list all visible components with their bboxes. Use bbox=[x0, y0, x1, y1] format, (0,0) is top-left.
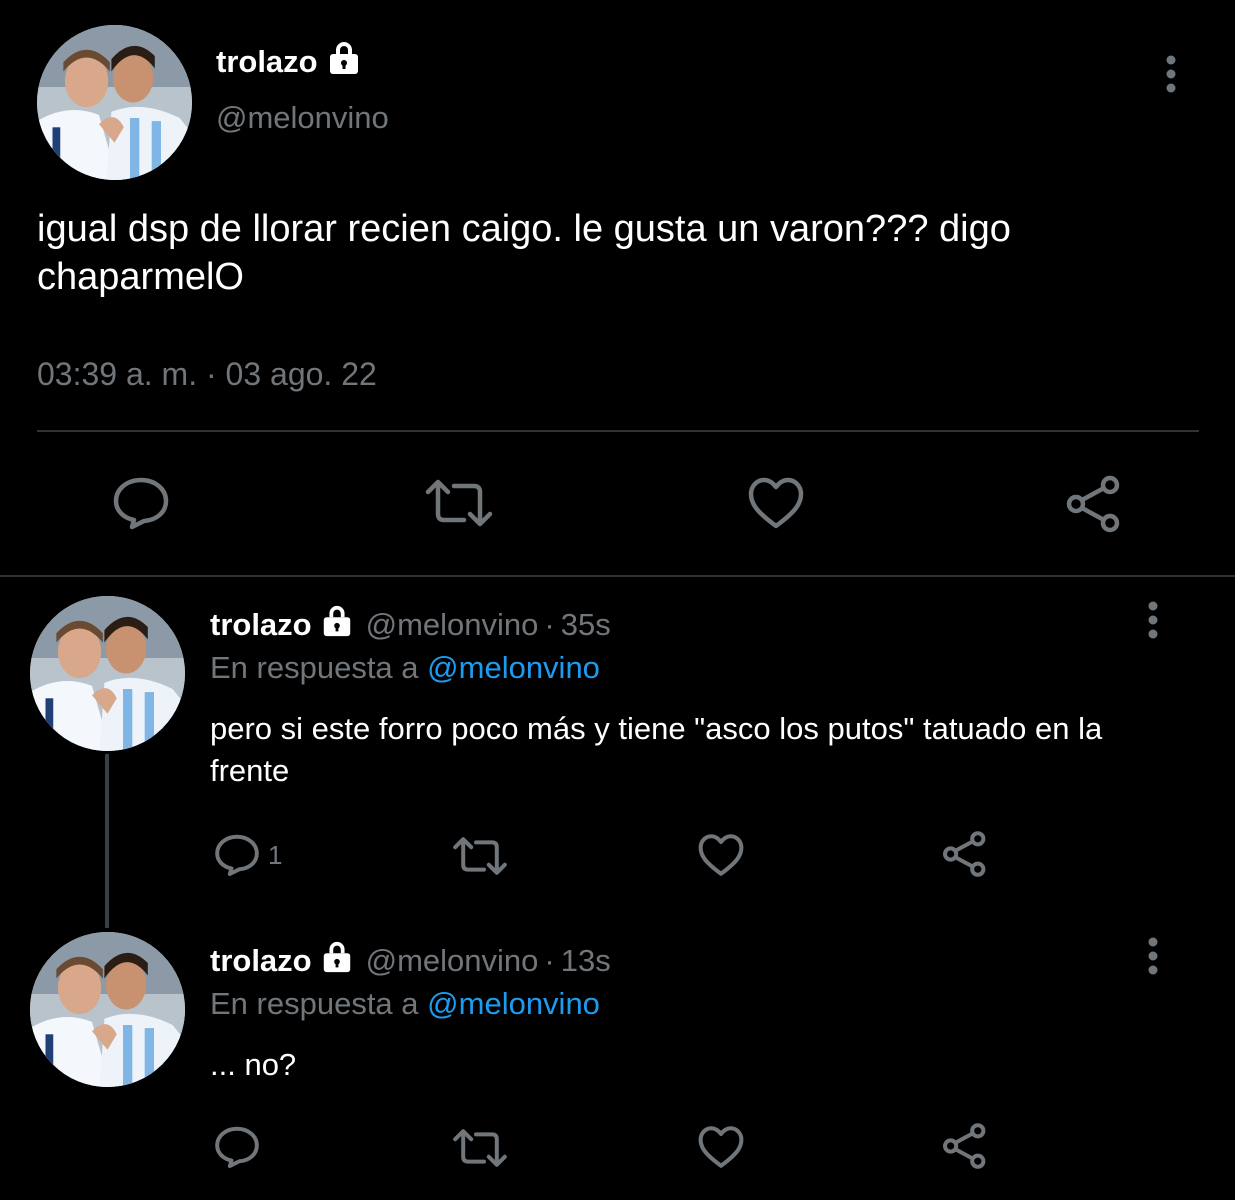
like-icon bbox=[748, 477, 804, 529]
avatar-photo bbox=[30, 596, 185, 751]
reply-button[interactable] bbox=[112, 476, 170, 530]
like-button[interactable] bbox=[697, 1125, 745, 1169]
retweet-button[interactable] bbox=[452, 1128, 508, 1168]
reply-button[interactable] bbox=[214, 1125, 268, 1169]
replying-to-mention[interactable]: @melonvino bbox=[427, 986, 600, 1021]
share-icon bbox=[1066, 475, 1120, 533]
replying-to-mention[interactable]: @melonvino bbox=[427, 650, 600, 685]
main-tweet-text: igual dsp de llorar recien caigo. le gus… bbox=[37, 208, 1011, 298]
avatar-photo bbox=[30, 932, 185, 1087]
like-button[interactable] bbox=[747, 476, 805, 530]
reply-icon bbox=[113, 477, 169, 530]
lock-icon bbox=[320, 604, 354, 646]
reply-handle[interactable]: @melonvino bbox=[366, 943, 539, 979]
avatar-photo bbox=[37, 25, 192, 180]
share-icon bbox=[943, 831, 986, 877]
reply-header: trolazo @melonvino · 35s bbox=[210, 604, 611, 646]
reply-button[interactable]: 1 bbox=[214, 833, 282, 877]
divider bbox=[37, 430, 1199, 432]
reply-handle[interactable]: @melonvino bbox=[366, 607, 539, 643]
reply-icon bbox=[215, 834, 259, 877]
like-icon bbox=[698, 834, 744, 876]
replying-to: En respuesta a @melonvino bbox=[210, 986, 600, 1022]
reply-text: ... no? bbox=[210, 1047, 297, 1082]
more-vertical-icon[interactable] bbox=[1140, 600, 1166, 649]
reply-header: trolazo @melonvino · 13s bbox=[210, 940, 611, 982]
share-button[interactable] bbox=[1064, 474, 1124, 534]
share-button[interactable] bbox=[941, 1122, 989, 1170]
main-handle[interactable]: @melonvino bbox=[216, 100, 389, 136]
main-display-name[interactable]: trolazo bbox=[216, 40, 362, 84]
more-vertical-icon[interactable] bbox=[1158, 54, 1184, 103]
reply-count: 1 bbox=[268, 839, 283, 870]
retweet-icon bbox=[453, 1129, 507, 1167]
replying-to-prefix: En respuesta a bbox=[210, 650, 419, 685]
separator-dot: · bbox=[544, 943, 555, 978]
retweet-icon bbox=[425, 479, 493, 527]
lock-icon bbox=[326, 40, 362, 84]
replying-to: En respuesta a @melonvino bbox=[210, 650, 600, 686]
reply-display-name[interactable]: trolazo bbox=[210, 943, 312, 979]
thread-connector bbox=[105, 754, 109, 928]
share-button[interactable] bbox=[941, 830, 989, 878]
reply-text: pero si este forro poco más y tiene "asc… bbox=[210, 711, 1103, 788]
retweet-button[interactable] bbox=[452, 836, 508, 876]
reply-time[interactable]: 13s bbox=[561, 943, 611, 979]
retweet-icon bbox=[453, 837, 507, 875]
section-divider bbox=[0, 575, 1235, 577]
main-tweet-timestamp[interactable]: 03:39 a. m. · 03 ago. 22 bbox=[37, 356, 377, 393]
separator-dot: · bbox=[544, 607, 555, 642]
like-icon bbox=[698, 1126, 744, 1168]
more-vertical-icon[interactable] bbox=[1140, 936, 1166, 985]
reply-avatar[interactable] bbox=[30, 596, 185, 751]
lock-icon bbox=[320, 940, 354, 982]
display-name-text: trolazo bbox=[216, 44, 318, 79]
main-avatar[interactable] bbox=[37, 25, 192, 180]
retweet-button[interactable] bbox=[424, 478, 494, 528]
replying-to-prefix: En respuesta a bbox=[210, 986, 419, 1021]
reply-avatar[interactable] bbox=[30, 932, 185, 1087]
reply-display-name[interactable]: trolazo bbox=[210, 607, 312, 643]
like-button[interactable] bbox=[697, 833, 745, 877]
reply-time[interactable]: 35s bbox=[561, 607, 611, 643]
share-icon bbox=[943, 1123, 986, 1169]
reply-icon bbox=[215, 1126, 259, 1169]
